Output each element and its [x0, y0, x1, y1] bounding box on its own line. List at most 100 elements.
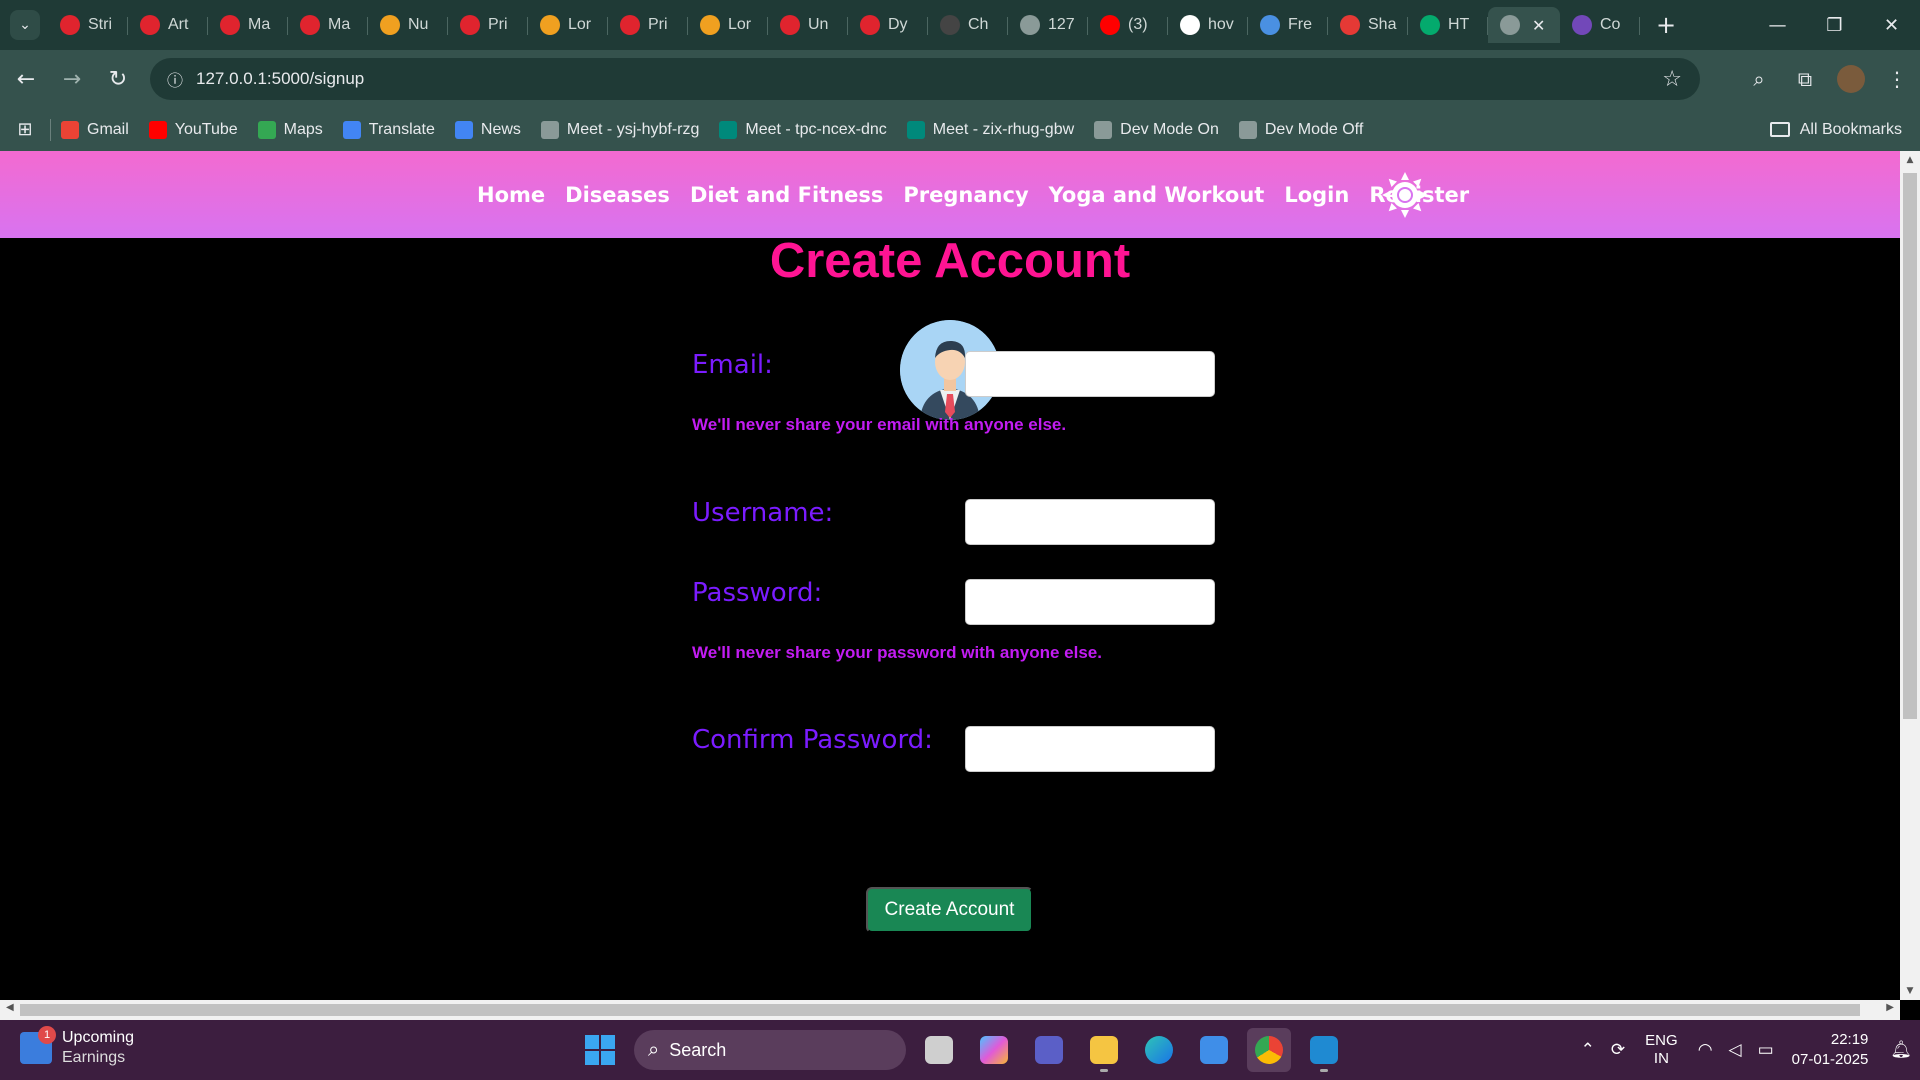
bookmark-item[interactable]: Meet - ysj-hybf-rzg [540, 120, 699, 139]
input-language[interactable]: ENG IN [1645, 1032, 1678, 1068]
store-icon[interactable] [1192, 1028, 1236, 1072]
google-icon [1180, 15, 1200, 35]
theme-toggle-sun-icon[interactable] [1382, 172, 1428, 218]
new-tab-button[interactable]: + [1650, 9, 1682, 41]
tab-title: Lor [568, 16, 592, 33]
bookmark-item[interactable]: Dev Mode Off [1238, 120, 1363, 139]
apps-grid-icon[interactable]: ⊞ [0, 119, 50, 140]
vertical-scrollbar[interactable]: ▲ ▼ [1900, 151, 1920, 1000]
bookmark-item[interactable]: Maps [257, 120, 323, 139]
nav-link-yoga-and-workout[interactable]: Yoga and Workout [1049, 183, 1265, 207]
nav-link-pregnancy[interactable]: Pregnancy [903, 183, 1028, 207]
nav-link-diet-and-fitness[interactable]: Diet and Fitness [690, 183, 883, 207]
browser-tab[interactable]: Lor [688, 7, 768, 43]
scroll-down-icon[interactable]: ▼ [1900, 986, 1920, 996]
create-account-button[interactable]: Create Account [866, 887, 1033, 933]
minimize-button[interactable]: — [1749, 0, 1806, 50]
nav-link-login[interactable]: Login [1284, 183, 1349, 207]
menu-kebab-icon[interactable]: ⋮ [1874, 59, 1920, 99]
scroll-right-icon[interactable]: ▶ [1886, 1002, 1894, 1013]
browser-tab[interactable]: Un [768, 7, 848, 43]
password-field[interactable] [965, 579, 1215, 625]
youtube-icon [148, 120, 167, 139]
browser-tab[interactable]: Pri [448, 7, 528, 43]
restore-button[interactable]: ❐ [1806, 0, 1863, 50]
browser-tab[interactable]: Co [1560, 7, 1640, 43]
clock[interactable]: 22:19 07-01-2025 [1792, 1030, 1869, 1070]
confirm-password-field[interactable] [965, 726, 1215, 772]
bookmark-item[interactable]: Translate [342, 120, 435, 139]
widgets-button[interactable]: 1 Upcoming Earnings [20, 1026, 135, 1068]
email-field[interactable] [965, 351, 1215, 397]
folder-icon [1769, 122, 1790, 137]
horizontal-scrollbar[interactable]: ◀ ▶ [0, 1000, 1900, 1020]
wifi-icon[interactable]: ◠ [1698, 1040, 1713, 1060]
nav-link-home[interactable]: Home [477, 183, 545, 207]
url-text[interactable]: 127.0.0.1:5000/signup [196, 69, 364, 89]
browser-tab[interactable]: Stri [48, 7, 128, 43]
vertical-scroll-thumb[interactable] [1903, 173, 1917, 719]
lens-icon[interactable]: ⌕ [1736, 59, 1782, 99]
scroll-left-icon[interactable]: ◀ [6, 1002, 14, 1013]
reload-button[interactable]: ↻ [98, 59, 138, 99]
username-field[interactable] [965, 499, 1215, 545]
all-bookmarks-button[interactable]: All Bookmarks [1769, 121, 1902, 139]
tuf-icon [860, 15, 880, 35]
notifications-bell-icon[interactable]: 🔔︎ [1890, 1040, 1912, 1060]
nav-link-diseases[interactable]: Diseases [565, 183, 670, 207]
taskbar-search[interactable]: ⌕ Search [634, 1030, 906, 1070]
battery-icon[interactable]: ▭ [1758, 1040, 1774, 1060]
teams-icon[interactable] [1027, 1028, 1071, 1072]
globe-icon [1500, 15, 1520, 35]
browser-tab[interactable]: Ch [928, 7, 1008, 43]
browser-tab[interactable]: Art [128, 7, 208, 43]
site-info-icon[interactable]: ⓘ [154, 67, 196, 91]
back-button[interactable]: ← [6, 59, 46, 99]
browser-tab[interactable]: Pri [608, 7, 688, 43]
widget-title: Upcoming [62, 1029, 135, 1046]
volume-icon[interactable]: ◁ [1729, 1040, 1742, 1060]
bookmark-item[interactable]: Meet - tpc-ncex-dnc [719, 120, 887, 139]
browser-tab[interactable]: HT [1408, 7, 1488, 43]
copilot-icon[interactable] [972, 1028, 1016, 1072]
browser-tab[interactable]: hov [1168, 7, 1248, 43]
forward-button[interactable]: → [52, 59, 92, 99]
bookmark-item[interactable]: News [454, 120, 521, 139]
browser-tab[interactable]: Lor [528, 7, 608, 43]
file-explorer-icon[interactable] [1082, 1028, 1126, 1072]
bookmark-item[interactable]: YouTube [148, 120, 238, 139]
start-button[interactable] [580, 1030, 620, 1070]
tab-close-icon[interactable]: ✕ [1532, 16, 1545, 35]
bookmark-item[interactable]: Gmail [61, 120, 129, 139]
vscode-icon[interactable] [1302, 1028, 1346, 1072]
profile-avatar[interactable] [1828, 59, 1874, 99]
sync-icon[interactable]: ⟳ [1611, 1040, 1625, 1060]
password-label: Password: [692, 578, 823, 608]
chrome-icon[interactable] [1247, 1028, 1291, 1072]
browser-tab[interactable]: Sha [1328, 7, 1408, 43]
browser-tab[interactable]: Fre [1248, 7, 1328, 43]
bookmark-item[interactable]: Meet - zix-rhug-gbw [906, 120, 1074, 139]
tab-title: Sha [1368, 16, 1397, 33]
browser-tab[interactable]: Dy [848, 7, 928, 43]
close-window-button[interactable]: ✕ [1863, 0, 1920, 50]
show-hidden-icons-chevron-icon[interactable]: ⌃ [1581, 1040, 1595, 1060]
task-view-icon[interactable] [917, 1028, 961, 1072]
bookmark-item[interactable]: Dev Mode On [1094, 120, 1219, 139]
browser-tab[interactable]: Ma [208, 7, 288, 43]
browser-tab[interactable]: ✕ [1488, 7, 1560, 43]
tab-title: HT [1448, 16, 1470, 33]
extensions-icon[interactable]: ⧉ [1782, 59, 1828, 99]
address-bar[interactable]: ⓘ 127.0.0.1:5000/signup ☆ [150, 58, 1700, 100]
bookmark-star-icon[interactable]: ☆ [1662, 67, 1682, 92]
globe-icon [1020, 15, 1040, 35]
horizontal-scroll-thumb[interactable] [20, 1004, 1860, 1016]
tab-search-button[interactable]: ⌄ [10, 10, 40, 40]
edge-icon[interactable] [1137, 1028, 1181, 1072]
browser-tab[interactable]: Ma [288, 7, 368, 43]
chatgpt-icon [940, 15, 960, 35]
scroll-up-icon[interactable]: ▲ [1900, 155, 1920, 165]
browser-tab[interactable]: (3) [1088, 7, 1168, 43]
browser-tab[interactable]: Nu [368, 7, 448, 43]
browser-tab[interactable]: 127 [1008, 7, 1088, 43]
